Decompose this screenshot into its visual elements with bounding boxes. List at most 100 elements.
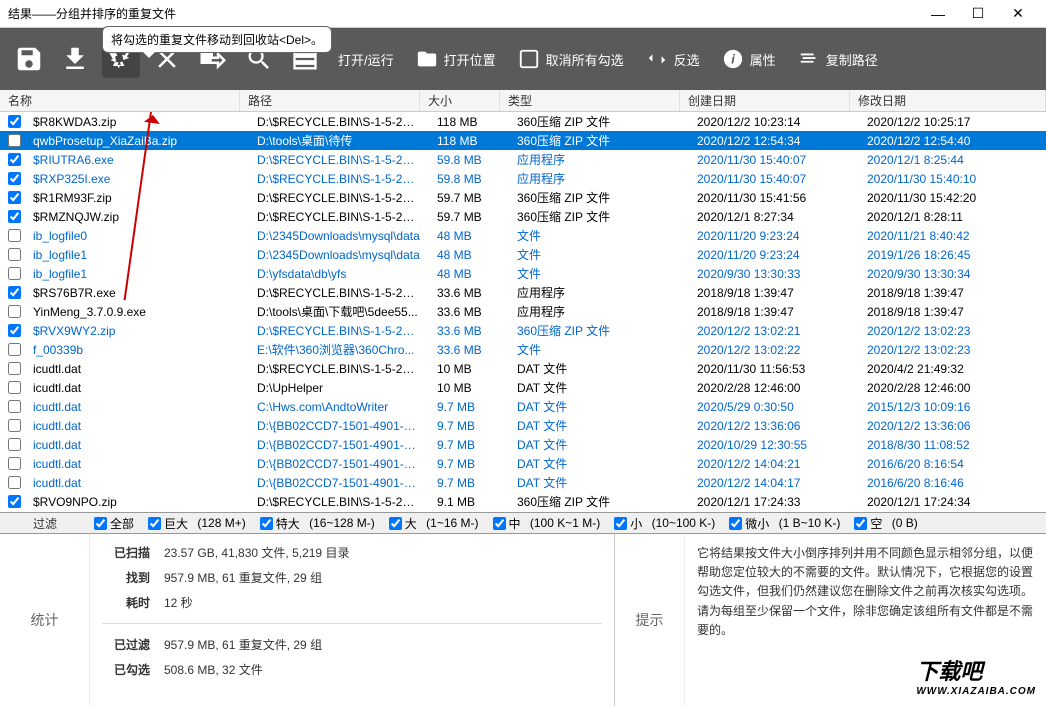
row-checkbox[interactable] [8, 134, 21, 147]
row-checkbox[interactable] [8, 229, 21, 242]
table-row[interactable]: icudtl.datD:\UpHelper10 MBDAT 文件2020/2/2… [0, 378, 1046, 397]
cell: D:\2345Downloads\mysql\data [249, 229, 429, 243]
row-checkbox[interactable] [8, 305, 21, 318]
table-row[interactable]: $RVX9WY2.zipD:\$RECYCLE.BIN\S-1-5-21-21.… [0, 321, 1046, 340]
row-checkbox[interactable] [8, 191, 21, 204]
table-row[interactable]: ib_logfile1D:\yfsdata\db\yfs48 MB文件2020/… [0, 264, 1046, 283]
open-run-button[interactable]: 打开/运行 [332, 50, 400, 69]
table-row[interactable]: icudtl.datD:\{BB02CCD7-1501-4901-B5E...9… [0, 416, 1046, 435]
row-checkbox[interactable] [8, 381, 21, 394]
cell: icudtl.dat [25, 381, 249, 395]
filter-tiny[interactable]: 微小 (1 B~10 K-) [729, 515, 840, 532]
cell: 2020/2/28 12:46:00 [689, 381, 859, 395]
cell: D:\$RECYCLE.BIN\S-1-5-21-21... [249, 324, 429, 338]
table-row[interactable]: f_00339bE:\软件\360浏览器\360Chro...33.6 MB文件… [0, 340, 1046, 359]
properties-button[interactable]: i属性 [714, 46, 782, 72]
cell: D:\tools\桌面\待传 [249, 132, 429, 149]
header-modified[interactable]: 修改日期 [850, 90, 1046, 111]
stat-time-key: 耗时 [102, 594, 150, 611]
cell: $RIUTRA6.exe [25, 153, 249, 167]
row-checkbox[interactable] [8, 400, 21, 413]
row-checkbox[interactable] [8, 476, 21, 489]
filter-huge[interactable]: 巨大 (128 M+) [148, 515, 246, 532]
row-checkbox[interactable] [8, 495, 21, 508]
open-location-button[interactable]: 打开位置 [408, 46, 502, 72]
table-row[interactable]: qwbProsetup_XiaZaiBa.zipD:\tools\桌面\待传11… [0, 131, 1046, 150]
row-checkbox[interactable] [8, 324, 21, 337]
filter-label: 过滤 [10, 515, 80, 532]
file-list[interactable]: $R8KWDA3.zipD:\$RECYCLE.BIN\S-1-5-21-21.… [0, 112, 1046, 512]
row-checkbox[interactable] [8, 457, 21, 470]
row-checkbox[interactable] [8, 419, 21, 432]
cell: D:\yfsdata\db\yfs [249, 267, 429, 281]
filter-empty[interactable]: 空 (0 B) [854, 515, 917, 532]
cell: 360压缩 ZIP 文件 [509, 493, 689, 510]
copy-path-button[interactable]: 复制路径 [790, 46, 884, 72]
filter-all[interactable]: 全部 [94, 515, 134, 532]
cell: 360压缩 ZIP 文件 [509, 189, 689, 206]
row-checkbox[interactable] [8, 248, 21, 261]
row-checkbox[interactable] [8, 210, 21, 223]
cell: 2016/6/20 8:16:54 [859, 457, 1046, 471]
table-row[interactable]: ib_logfile1D:\2345Downloads\mysql\data48… [0, 245, 1046, 264]
cell: 2015/12/3 10:09:16 [859, 400, 1046, 414]
row-checkbox[interactable] [8, 267, 21, 280]
cell: D:\$RECYCLE.BIN\S-1-5-21-21... [249, 286, 429, 300]
minimize-button[interactable]: — [918, 0, 958, 28]
close-button[interactable]: ✕ [998, 0, 1038, 28]
download-icon[interactable] [56, 40, 94, 78]
save-icon[interactable] [10, 40, 48, 78]
filter-large[interactable]: 特大 (16~128 M-) [260, 515, 375, 532]
invert-button[interactable]: 反选 [638, 46, 706, 72]
table-row[interactable]: $RMZNQJW.zipD:\$RECYCLE.BIN\S-1-5-21-21.… [0, 207, 1046, 226]
cell: 2018/9/18 1:39:47 [689, 286, 859, 300]
uncheck-icon [516, 46, 542, 72]
filter-med[interactable]: 中 (100 K~1 M-) [493, 515, 601, 532]
row-checkbox[interactable] [8, 343, 21, 356]
invert-icon [644, 46, 670, 72]
table-row[interactable]: icudtl.datD:\{BB02CCD7-1501-4901-B5E...9… [0, 435, 1046, 454]
table-row[interactable]: $RVO9NPO.zipD:\$RECYCLE.BIN\S-1-5-21-21.… [0, 492, 1046, 511]
info-icon: i [720, 46, 746, 72]
uncheck-all-button[interactable]: 取消所有勾选 [510, 46, 630, 72]
table-row[interactable]: icudtl.datC:\Hws.com\AndtoWriter9.7 MBDA… [0, 397, 1046, 416]
table-row[interactable]: $RS76B7R.exeD:\$RECYCLE.BIN\S-1-5-21-21.… [0, 283, 1046, 302]
cell: D:\UpHelper [249, 381, 429, 395]
stat-found-val: 957.9 MB, 61 重复文件, 29 组 [164, 569, 322, 586]
table-row[interactable]: YinMeng_3.7.0.9.exeD:\tools\桌面\下载吧\5dee5… [0, 302, 1046, 321]
table-row[interactable]: $RXP325I.exeD:\$RECYCLE.BIN\S-1-5-21-21.… [0, 169, 1046, 188]
cell: D:\tools\桌面\下载吧\5dee55... [249, 303, 429, 320]
header-path[interactable]: 路径 [240, 90, 420, 111]
filter-big[interactable]: 大 (1~16 M-) [389, 515, 479, 532]
table-row[interactable]: icudtl.datD:\{BB02CCD7-1501-4901-B5E...9… [0, 454, 1046, 473]
row-checkbox[interactable] [8, 286, 21, 299]
cell: DAT 文件 [509, 360, 689, 377]
filter-small[interactable]: 小 (10~100 K-) [614, 515, 715, 532]
maximize-button[interactable]: ☐ [958, 0, 998, 28]
table-row[interactable]: icudtl.datD:\{BB02CCD7-1501-4901-B5E...9… [0, 473, 1046, 492]
table-row[interactable]: $RIUTRA6.exeD:\$RECYCLE.BIN\S-1-5-21-21.… [0, 150, 1046, 169]
cell: YinMeng_3.7.0.9.exe [25, 305, 249, 319]
row-checkbox[interactable] [8, 438, 21, 451]
cell: D:\$RECYCLE.BIN\S-1-5-21-21... [249, 210, 429, 224]
cell: D:\2345Downloads\mysql\data [249, 248, 429, 262]
cell: D:\$RECYCLE.BIN\S-1-5-21-21... [249, 495, 429, 509]
bottom-panel: 统计 已扫描23.57 GB, 41,830 文件, 5,219 目录 找到95… [0, 534, 1046, 706]
row-checkbox[interactable] [8, 172, 21, 185]
table-row[interactable]: $R8KWDA3.zipD:\$RECYCLE.BIN\S-1-5-21-21.… [0, 112, 1046, 131]
header-name[interactable]: 名称 [0, 90, 240, 111]
header-size[interactable]: 大小 [420, 90, 500, 111]
header-created[interactable]: 创建日期 [680, 90, 850, 111]
cell: 360压缩 ZIP 文件 [509, 113, 689, 130]
folder-icon [414, 46, 440, 72]
cell: E:\软件\360浏览器\360Chro... [249, 341, 429, 358]
header-type[interactable]: 类型 [500, 90, 680, 111]
table-row[interactable]: ib_logfile0D:\2345Downloads\mysql\data48… [0, 226, 1046, 245]
table-row[interactable]: $R1RM93F.zipD:\$RECYCLE.BIN\S-1-5-21-21.… [0, 188, 1046, 207]
cell: 2020/12/1 8:27:34 [689, 210, 859, 224]
row-checkbox[interactable] [8, 115, 21, 128]
row-checkbox[interactable] [8, 362, 21, 375]
row-checkbox[interactable] [8, 153, 21, 166]
cell: DAT 文件 [509, 417, 689, 434]
table-row[interactable]: icudtl.datD:\$RECYCLE.BIN\S-1-5-21-21...… [0, 359, 1046, 378]
